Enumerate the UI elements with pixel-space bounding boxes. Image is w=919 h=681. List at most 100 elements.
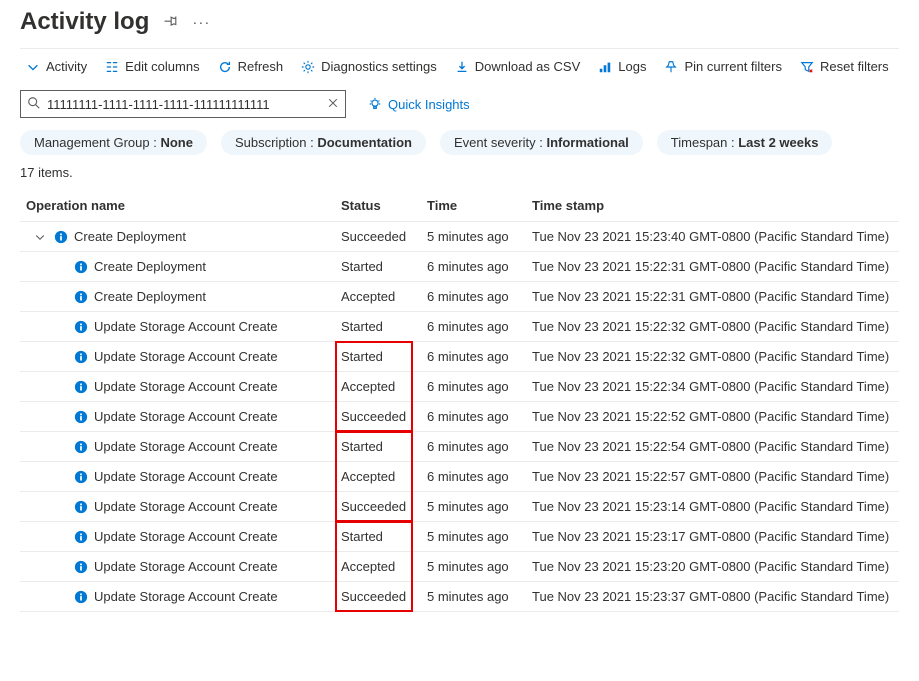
operation-name: Create Deployment (94, 289, 206, 304)
time-cell: 5 minutes ago (421, 552, 526, 582)
timestamp-cell: Tue Nov 23 2021 15:22:32 GMT-0800 (Pacif… (526, 342, 899, 372)
item-count: 17 items. (20, 165, 899, 180)
time-cell: 5 minutes ago (421, 582, 526, 612)
time-cell: 5 minutes ago (421, 492, 526, 522)
logs-button[interactable]: Logs (598, 59, 646, 74)
filter-event-severity[interactable]: Event severity : Informational (440, 130, 643, 155)
status-cell: Accepted (335, 462, 421, 492)
table-row[interactable]: Update Storage Account Create Succeeded5 … (20, 582, 899, 612)
highlight-box (335, 370, 413, 403)
pin-icon[interactable] (163, 13, 178, 31)
info-icon (74, 590, 88, 604)
operation-name: Update Storage Account Create (94, 499, 278, 514)
timestamp-cell: Tue Nov 23 2021 15:22:32 GMT-0800 (Pacif… (526, 312, 899, 342)
highlight-box (335, 341, 413, 373)
search-icon (27, 96, 41, 113)
table-row[interactable]: Update Storage Account CreateStarted6 mi… (20, 342, 899, 372)
clear-search-icon[interactable] (327, 97, 339, 112)
page-header: Activity log ··· (20, 8, 899, 36)
timestamp-cell: Tue Nov 23 2021 15:23:20 GMT-0800 (Pacif… (526, 552, 899, 582)
timestamp-cell: Tue Nov 23 2021 15:22:31 GMT-0800 (Pacif… (526, 252, 899, 282)
highlight-box (335, 550, 413, 583)
table-header-row: Operation name Status Time Time stamp (20, 190, 899, 222)
info-icon (74, 560, 88, 574)
time-cell: 6 minutes ago (421, 342, 526, 372)
filter-subscription[interactable]: Subscription : Documentation (221, 130, 426, 155)
status-cell: Succeeded (335, 402, 421, 432)
refresh-button[interactable]: Refresh (218, 59, 284, 74)
activity-button[interactable]: Activity (26, 59, 87, 74)
quick-insights-button[interactable]: Quick Insights (368, 97, 470, 112)
timestamp-cell: Tue Nov 23 2021 15:22:52 GMT-0800 (Pacif… (526, 402, 899, 432)
operation-name: Create Deployment (94, 259, 206, 274)
search-box[interactable] (20, 90, 346, 118)
info-icon (74, 440, 88, 454)
reset-filters-button[interactable]: Reset filters (800, 59, 889, 74)
timestamp-cell: Tue Nov 23 2021 15:22:31 GMT-0800 (Pacif… (526, 282, 899, 312)
time-cell: 6 minutes ago (421, 312, 526, 342)
filter-management-group[interactable]: Management Group : None (20, 130, 207, 155)
activity-table: Operation name Status Time Time stamp Cr… (20, 190, 899, 612)
highlight-box (335, 400, 413, 432)
operation-name: Update Storage Account Create (94, 439, 278, 454)
operation-name: Update Storage Account Create (94, 469, 278, 484)
timestamp-cell: Tue Nov 23 2021 15:23:17 GMT-0800 (Pacif… (526, 522, 899, 552)
filter-timespan[interactable]: Timespan : Last 2 weeks (657, 130, 833, 155)
logs-label: Logs (618, 59, 646, 74)
table-row[interactable]: Update Storage Account Create Accepted5 m… (20, 552, 899, 582)
quick-insights-label: Quick Insights (388, 97, 470, 112)
operation-name: Update Storage Account Create (94, 379, 278, 394)
table-row[interactable]: Update Storage Account Create Succeeded5 … (20, 492, 899, 522)
table-row[interactable]: Create DeploymentAccepted6 minutes agoTu… (20, 282, 899, 312)
operation-name: Update Storage Account Create (94, 589, 278, 604)
status-cell: Succeeded (335, 492, 421, 522)
col-status[interactable]: Status (335, 190, 421, 222)
activity-label: Activity (46, 59, 87, 74)
chevron-down-icon[interactable] (34, 231, 48, 243)
table-row[interactable]: Create DeploymentSucceeded5 minutes agoT… (20, 222, 899, 252)
search-input[interactable] (47, 97, 321, 112)
table-row[interactable]: Update Storage Account CreateStarted6 mi… (20, 432, 899, 462)
status-cell: Accepted (335, 372, 421, 402)
info-icon (74, 380, 88, 394)
download-csv-button[interactable]: Download as CSV (455, 59, 581, 74)
filter-bar: Management Group : None Subscription : D… (20, 130, 899, 155)
status-cell: Accepted (335, 552, 421, 582)
table-row[interactable]: Update Storage Account Create Succeeded6 … (20, 402, 899, 432)
time-cell: 6 minutes ago (421, 402, 526, 432)
refresh-label: Refresh (238, 59, 284, 74)
operation-name: Update Storage Account Create (94, 349, 278, 364)
operation-name: Update Storage Account Create (94, 409, 278, 424)
status-cell: Succeeded (335, 582, 421, 612)
timestamp-cell: Tue Nov 23 2021 15:23:14 GMT-0800 (Pacif… (526, 492, 899, 522)
diagnostics-button[interactable]: Diagnostics settings (301, 59, 437, 74)
diagnostics-label: Diagnostics settings (321, 59, 437, 74)
operation-name: Update Storage Account Create (94, 529, 278, 544)
status-cell: Succeeded (335, 222, 421, 252)
command-bar: Activity Edit columns Refresh Diagnostic… (20, 48, 899, 84)
highlight-box (335, 521, 413, 553)
highlight-box (335, 580, 413, 612)
highlight-box (335, 431, 413, 463)
info-icon (74, 260, 88, 274)
info-icon (74, 320, 88, 334)
col-time[interactable]: Time (421, 190, 526, 222)
table-row[interactable]: Update Storage Account CreateAccepted6 m… (20, 462, 899, 492)
download-csv-label: Download as CSV (475, 59, 581, 74)
info-icon (54, 230, 68, 244)
pin-filters-button[interactable]: Pin current filters (664, 59, 782, 74)
col-timestamp[interactable]: Time stamp (526, 190, 899, 222)
table-row[interactable]: Update Storage Account CreateStarted6 mi… (20, 312, 899, 342)
status-cell: Started (335, 522, 421, 552)
edit-columns-button[interactable]: Edit columns (105, 59, 199, 74)
highlight-box (335, 490, 413, 522)
table-row[interactable]: Create DeploymentStarted6 minutes agoTue… (20, 252, 899, 282)
edit-columns-label: Edit columns (125, 59, 199, 74)
more-icon[interactable]: ··· (192, 14, 210, 31)
time-cell: 6 minutes ago (421, 432, 526, 462)
operation-name: Update Storage Account Create (94, 559, 278, 574)
col-operation[interactable]: Operation name (20, 190, 335, 222)
info-icon (74, 410, 88, 424)
table-row[interactable]: Update Storage Account CreateStarted5 mi… (20, 522, 899, 552)
table-row[interactable]: Update Storage Account CreateAccepted6 m… (20, 372, 899, 402)
